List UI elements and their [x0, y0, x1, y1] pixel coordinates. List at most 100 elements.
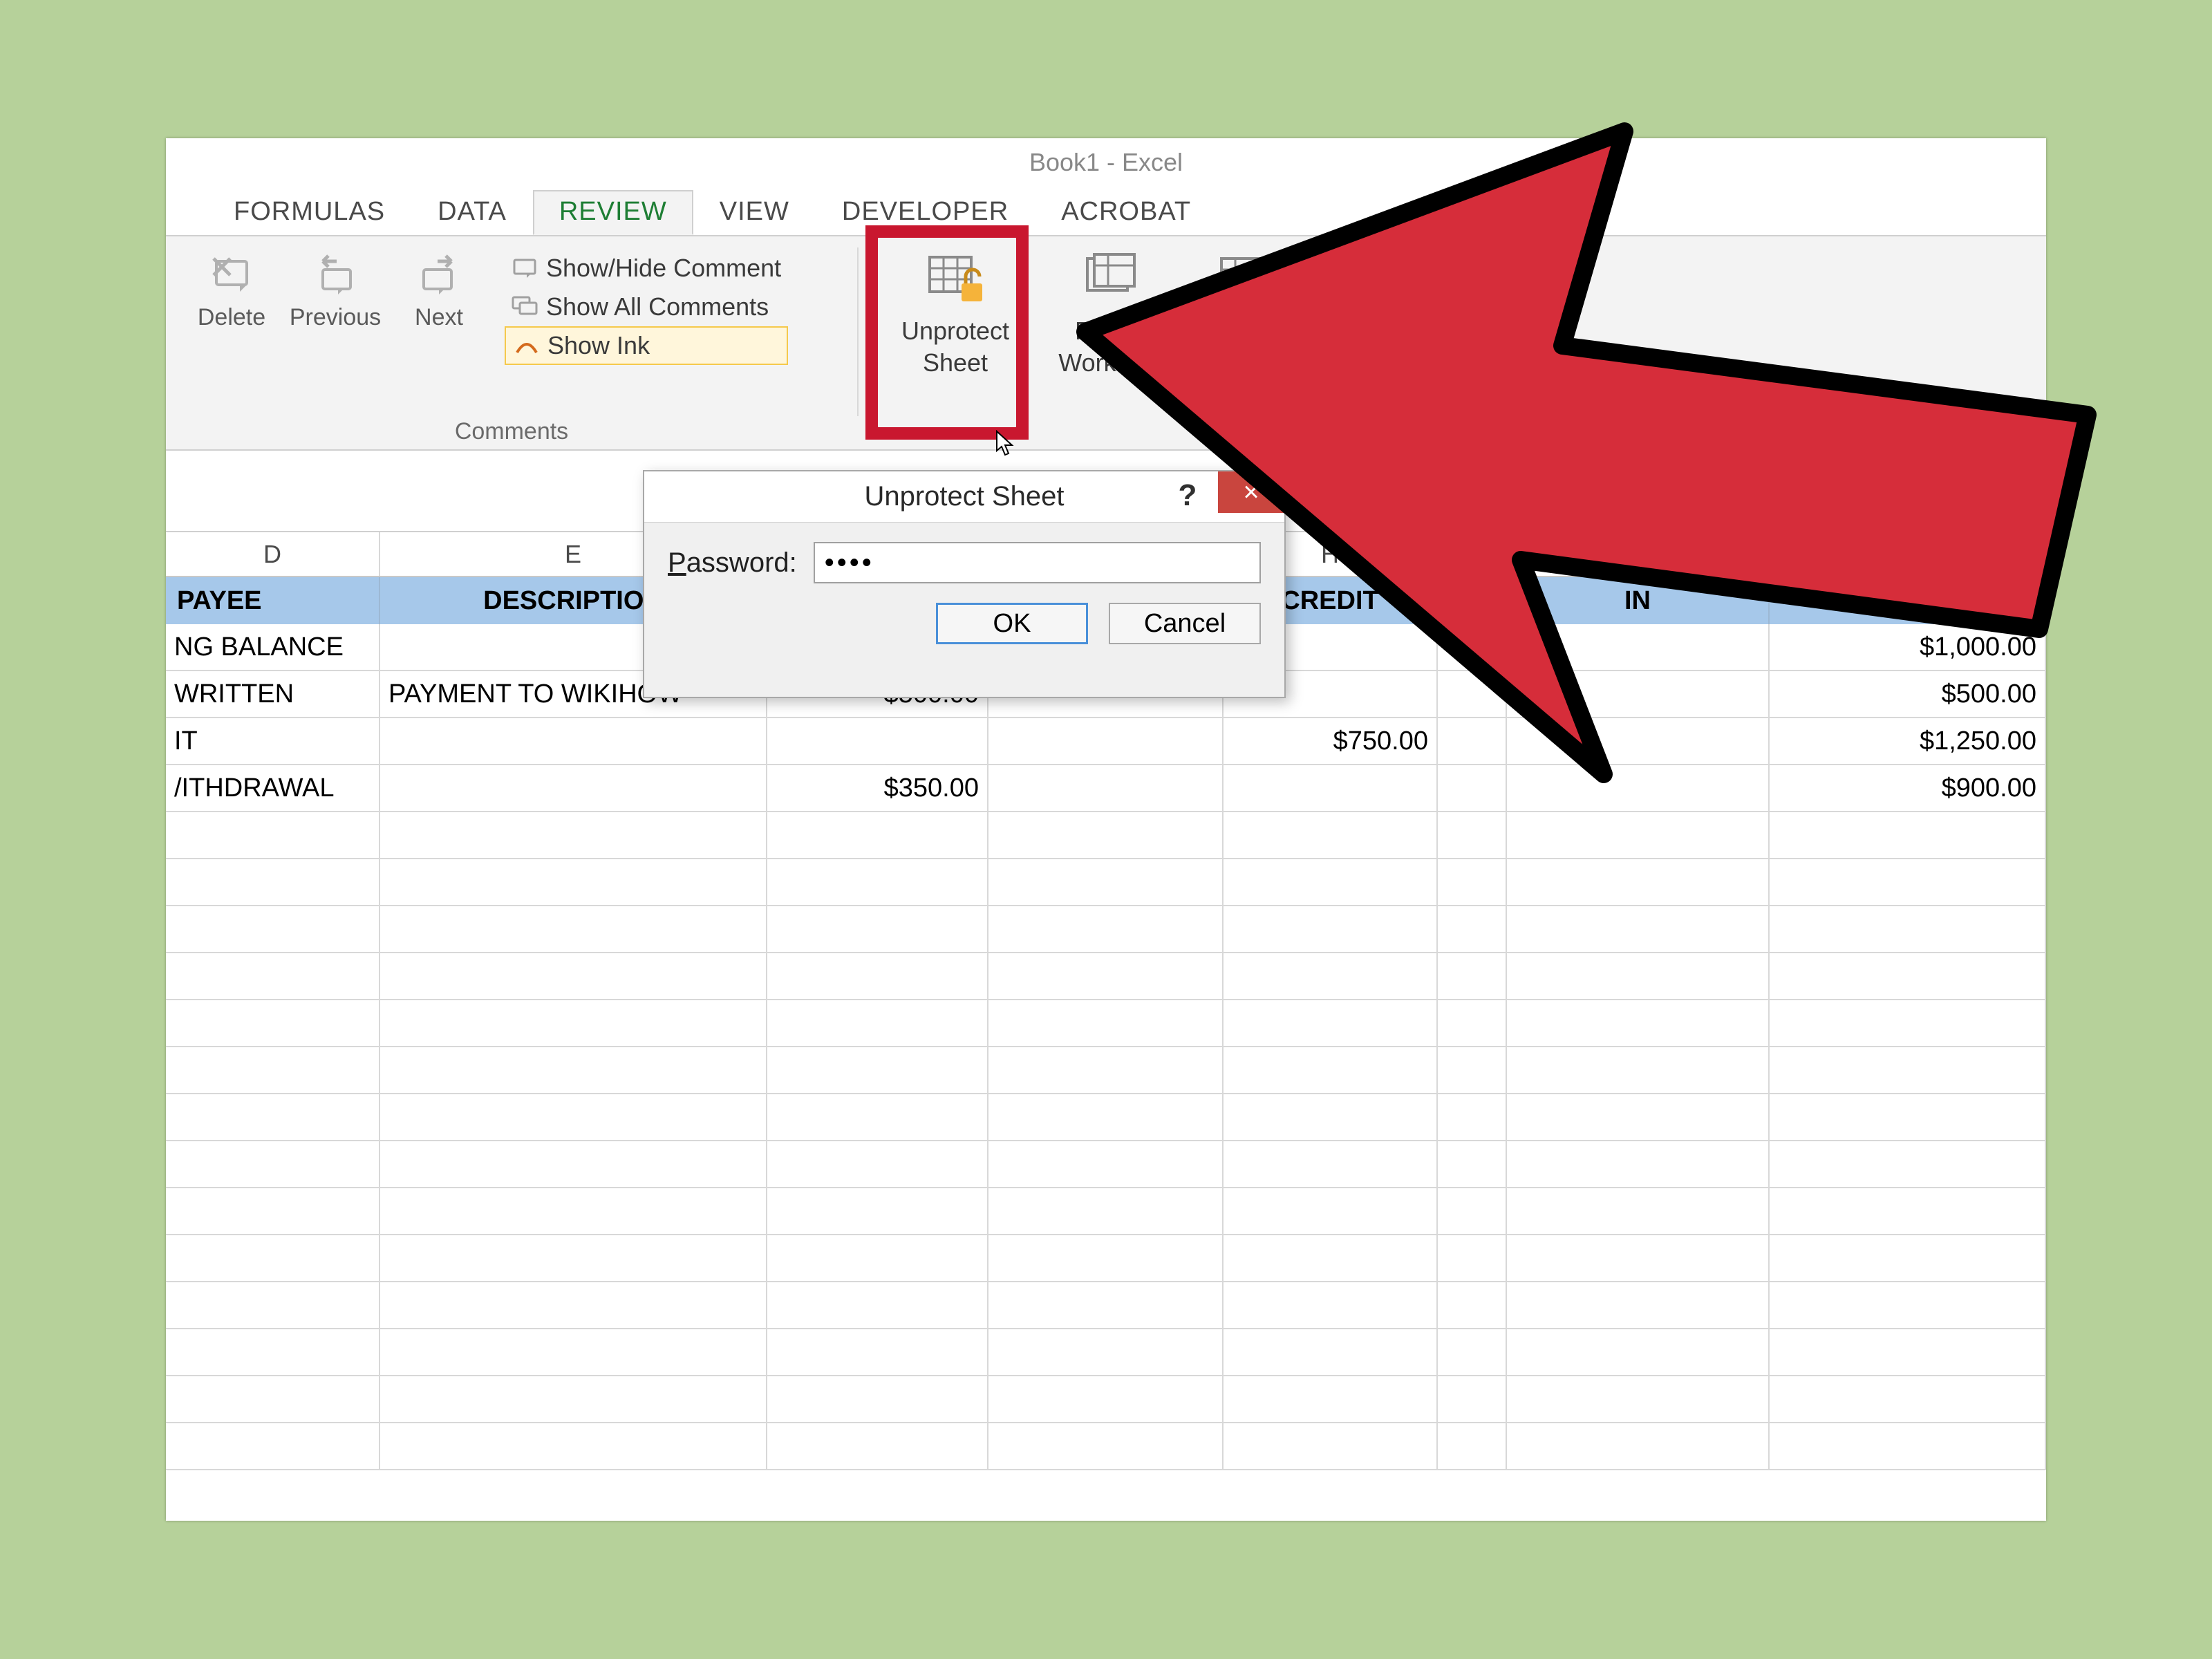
dialog-close-button[interactable]: × [1218, 471, 1284, 513]
cell[interactable] [767, 1188, 988, 1234]
cell[interactable] [380, 953, 767, 999]
cell-balance[interactable]: $900.00 [1770, 765, 2046, 811]
cell[interactable] [166, 953, 380, 999]
cell-balance[interactable]: $500.00 [1770, 671, 2046, 717]
cell[interactable] [166, 1094, 380, 1140]
col-header-I[interactable]: I [1438, 532, 1507, 576]
cell[interactable] [1507, 1188, 1770, 1234]
cell[interactable] [1224, 1000, 1438, 1046]
cell[interactable] [767, 1282, 988, 1328]
cell[interactable] [166, 906, 380, 952]
cell[interactable] [1224, 812, 1438, 858]
cell-balance[interactable]: $1,000.00 [1770, 624, 2046, 670]
cell[interactable] [988, 812, 1224, 858]
cell[interactable] [1507, 1376, 1770, 1422]
cell-balance[interactable]: $1,250.00 [1770, 718, 2046, 764]
cell-debit[interactable] [767, 718, 988, 764]
cell[interactable] [767, 812, 988, 858]
cell[interactable] [1438, 906, 1507, 952]
cell[interactable] [1770, 1423, 2046, 1469]
col-header-D[interactable]: D [166, 532, 380, 576]
cell[interactable] [1224, 1376, 1438, 1422]
cell[interactable] [1224, 953, 1438, 999]
cell-credit[interactable]: $750.00 [1224, 718, 1438, 764]
cell[interactable] [166, 1423, 380, 1469]
cell[interactable] [380, 1423, 767, 1469]
cell[interactable] [166, 1188, 380, 1234]
cell[interactable] [767, 953, 988, 999]
cell-i[interactable] [1438, 718, 1507, 764]
cell[interactable] [988, 1047, 1224, 1093]
cell[interactable] [380, 1376, 767, 1422]
cell[interactable] [988, 1000, 1224, 1046]
cell-i[interactable] [1438, 765, 1507, 811]
cell-payee[interactable]: NG BALANCE [166, 624, 380, 670]
col-header-J[interactable]: J [1507, 532, 1770, 576]
cell[interactable] [166, 1282, 380, 1328]
cell[interactable] [1438, 1282, 1507, 1328]
cell[interactable] [1224, 1423, 1438, 1469]
cell[interactable] [1224, 859, 1438, 905]
cell[interactable] [988, 906, 1224, 952]
cell[interactable] [1438, 1188, 1507, 1234]
cell[interactable] [380, 906, 767, 952]
cell-i[interactable] [1438, 624, 1507, 670]
cell[interactable] [1438, 1376, 1507, 1422]
cell[interactable] [380, 1188, 767, 1234]
cell[interactable] [1507, 1141, 1770, 1187]
unprotect-sheet-button[interactable]: Unprotect Sheet [886, 246, 1024, 449]
cell[interactable] [1438, 859, 1507, 905]
previous-comment-button[interactable]: Previous [283, 246, 387, 331]
cell[interactable] [380, 812, 767, 858]
cell[interactable] [767, 906, 988, 952]
cell[interactable] [1224, 1094, 1438, 1140]
cell[interactable] [767, 1376, 988, 1422]
dialog-titlebar[interactable]: Unprotect Sheet ? × [644, 471, 1284, 523]
cell-j[interactable] [1507, 718, 1770, 764]
cell[interactable] [1507, 953, 1770, 999]
cell[interactable] [1438, 1329, 1507, 1375]
delete-comment-button[interactable]: Delete [180, 246, 283, 331]
cell[interactable] [1438, 1141, 1507, 1187]
cell-j[interactable] [1507, 671, 1770, 717]
cell[interactable] [1507, 1329, 1770, 1375]
cell[interactable] [767, 1000, 988, 1046]
cancel-button[interactable]: Cancel [1109, 603, 1261, 644]
cell[interactable] [1224, 1141, 1438, 1187]
cell[interactable] [988, 1235, 1224, 1281]
cell-debit[interactable]: $350.00 [767, 765, 988, 811]
cell-credit[interactable] [1224, 765, 1438, 811]
cell[interactable] [1224, 1329, 1438, 1375]
cell[interactable] [767, 1141, 988, 1187]
cell[interactable] [1438, 1423, 1507, 1469]
cell[interactable] [1770, 1047, 2046, 1093]
dialog-help-button[interactable]: ? [1167, 471, 1208, 520]
share-workbook-button[interactable] [1204, 246, 1287, 449]
cell[interactable] [1507, 1423, 1770, 1469]
cell[interactable] [166, 1376, 380, 1422]
cell[interactable] [988, 1376, 1224, 1422]
cell-payee[interactable]: WRITTEN [166, 671, 380, 717]
cell[interactable] [1770, 906, 2046, 952]
cell[interactable] [988, 859, 1224, 905]
cell[interactable] [1770, 1094, 2046, 1140]
tab-formulas[interactable]: FORMULAS [207, 190, 411, 235]
cell[interactable] [1224, 1047, 1438, 1093]
cell[interactable] [1224, 906, 1438, 952]
cell[interactable] [767, 859, 988, 905]
cell[interactable] [1438, 812, 1507, 858]
cell[interactable] [1770, 1376, 2046, 1422]
cell[interactable] [1770, 953, 2046, 999]
cell-description[interactable] [380, 718, 767, 764]
cell[interactable] [1770, 1141, 2046, 1187]
cell[interactable] [1770, 812, 2046, 858]
cell[interactable] [988, 1282, 1224, 1328]
cell[interactable] [1438, 953, 1507, 999]
cell[interactable] [380, 1141, 767, 1187]
cell[interactable] [1224, 1282, 1438, 1328]
cell[interactable] [380, 1000, 767, 1046]
cell-payee[interactable]: IT [166, 718, 380, 764]
cell[interactable] [1224, 1188, 1438, 1234]
cell[interactable] [166, 1047, 380, 1093]
cell[interactable] [1224, 1235, 1438, 1281]
